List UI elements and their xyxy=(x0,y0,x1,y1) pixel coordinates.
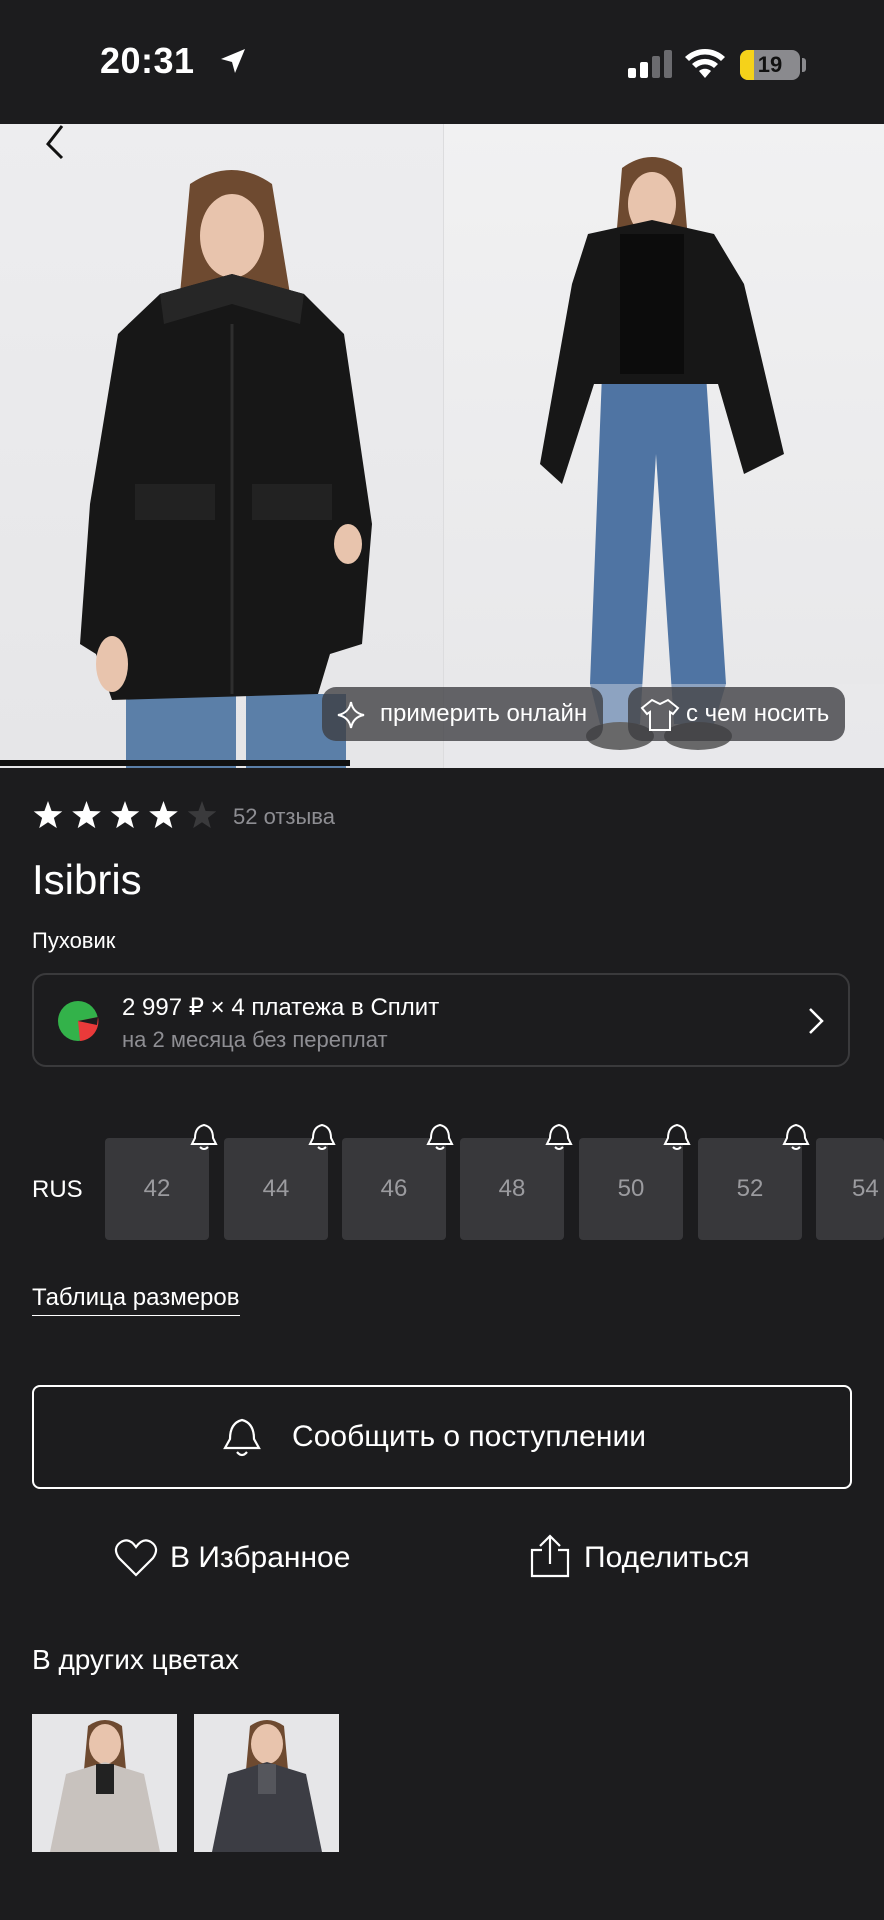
other-colors-title: В других цветах xyxy=(32,1644,240,1675)
size-option[interactable]: 54 xyxy=(816,1138,884,1240)
star-filled-icon xyxy=(149,801,178,829)
size-option[interactable]: 48 xyxy=(460,1138,564,1240)
what-to-wear-label: с чем носить xyxy=(686,700,830,727)
star-empty-icon xyxy=(187,801,217,829)
bell-icon xyxy=(782,1123,810,1150)
what-to-wear-button[interactable]: с чем носить xyxy=(628,687,846,741)
size-value: 52 xyxy=(736,1175,764,1202)
star-filled-icon xyxy=(72,801,101,829)
bell-icon xyxy=(190,1123,218,1150)
product-type: Пуховик xyxy=(32,928,116,953)
star-filled-icon xyxy=(33,801,63,829)
notify-availability-button[interactable]: Сообщить о поступлении xyxy=(32,1385,852,1489)
split-subtitle: на 2 месяца без переплат xyxy=(122,1027,388,1052)
color-variant-thumbnail[interactable] xyxy=(194,1714,339,1852)
gallery-progress-bar xyxy=(0,760,350,766)
size-table-link[interactable]: Таблица размеров xyxy=(32,1284,240,1316)
size-value: 48 xyxy=(498,1175,526,1202)
bell-icon xyxy=(663,1123,691,1150)
share-icon xyxy=(530,1534,570,1578)
location-arrow-icon xyxy=(221,49,245,73)
size-value: 50 xyxy=(617,1175,645,1202)
favorites-label: В Избранное xyxy=(170,1541,351,1574)
brand-name[interactable]: Isibris xyxy=(32,856,142,904)
try-on-online-button[interactable]: примерить онлайн xyxy=(322,687,604,741)
bell-icon xyxy=(426,1123,454,1150)
product-photo-full[interactable] xyxy=(443,124,884,768)
size-value: 44 xyxy=(262,1175,290,1202)
reviews-count[interactable]: 52 отзыва xyxy=(233,804,335,830)
product-gallery[interactable]: примерить онлайн с чем носить xyxy=(0,124,884,768)
size-option[interactable]: 44 xyxy=(224,1138,328,1240)
size-option[interactable]: 46 xyxy=(342,1138,446,1240)
size-option[interactable]: 52 xyxy=(698,1138,802,1240)
star-filled-icon xyxy=(110,801,140,829)
share-label: Поделиться xyxy=(584,1541,750,1574)
clothes-icon xyxy=(640,698,680,731)
heart-icon xyxy=(114,1539,158,1577)
status-time: 20:31 xyxy=(100,40,195,81)
size-value: 46 xyxy=(380,1175,408,1202)
back-chevron-icon[interactable] xyxy=(42,124,70,164)
chevron-right-icon xyxy=(809,1008,824,1034)
bell-icon xyxy=(308,1123,336,1150)
battery-percent: 19 xyxy=(757,52,783,77)
cellular-signal-icon xyxy=(628,50,672,78)
battery-indicator: 19 xyxy=(740,50,800,80)
battery-cap xyxy=(802,58,806,72)
status-bar: 20:31 19 xyxy=(0,0,884,124)
size-option[interactable]: 50 xyxy=(579,1138,683,1240)
size-value: 42 xyxy=(143,1175,171,1202)
split-logo-icon xyxy=(58,1001,99,1041)
size-value: 54 xyxy=(852,1175,879,1202)
split-title: 2 997 ₽ × 4 платежа в Сплит xyxy=(122,994,440,1021)
size-option[interactable]: 42 xyxy=(105,1138,209,1240)
color-variant-thumbnail[interactable] xyxy=(32,1714,177,1852)
product-photo-front[interactable] xyxy=(0,124,443,768)
sparkle-icon xyxy=(337,701,365,729)
notify-label: Сообщить о поступлении xyxy=(292,1420,646,1453)
bell-icon xyxy=(545,1123,573,1150)
rating-stars[interactable] xyxy=(32,796,222,836)
try-on-label: примерить онлайн xyxy=(380,700,588,727)
wifi-icon xyxy=(685,49,725,78)
split-payment-banner[interactable]: 2 997 ₽ × 4 платежа в Сплит на 2 месяца … xyxy=(32,973,850,1067)
size-system-label: RUS xyxy=(32,1176,83,1203)
